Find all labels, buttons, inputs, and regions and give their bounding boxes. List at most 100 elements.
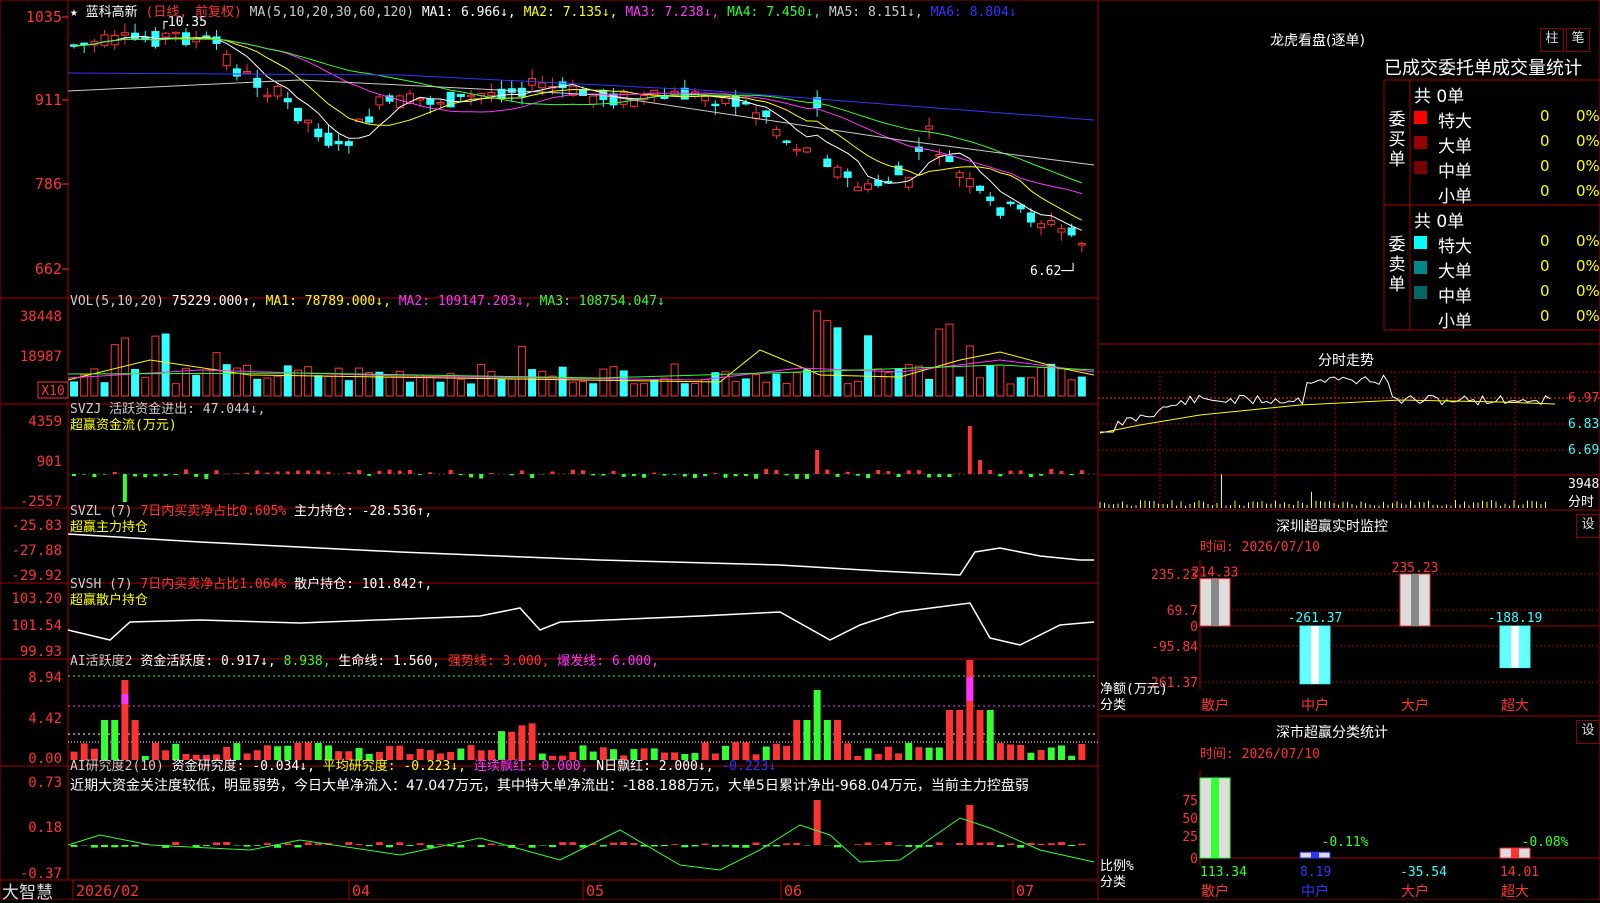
volume-bar [223,365,230,396]
svsh-sub-legend: 超赢散户持仓 [70,589,148,608]
research-bar [966,805,973,845]
volume-bar [814,311,821,396]
activity-bar [1068,756,1075,760]
research-bar [732,845,739,848]
legend-item-1: 资金研究度: -0.034↓, [172,759,323,774]
activity-bar [915,747,922,760]
realtime-monitor-chart: 235.2369.70-95.84-261.37净额(万元)分类214.33散户… [1100,560,1600,714]
ma-line [68,73,1094,120]
svzj-bar [143,474,147,477]
activity-bar [1007,744,1014,760]
ai-research-legend: AI研究度2(10) 资金研究度: -0.034↓, 平均研究度: -0.223… [70,755,776,774]
svzj-bar [662,474,666,476]
realtime-caption: 净额(万元) [1100,682,1168,697]
volume-bar [305,367,312,396]
research-bar [223,842,230,845]
activity-bar [1038,750,1045,760]
volume-bar [182,368,189,396]
svzj-bar [754,474,758,479]
price-axis-label: 1035 [26,8,62,26]
volume-bar [488,372,495,396]
volume-bar [712,373,719,396]
chart-mode[interactable]: (日线, 前复权) [146,5,242,20]
candle [997,208,1004,215]
legend-item-2: 散户持仓: 101.842↑, [294,577,432,592]
research-bar [977,843,984,845]
realtime-axis-label: 0 [1190,620,1198,635]
svzj-bar [622,474,626,477]
research-bar [356,844,363,845]
activity-bar [1058,745,1065,760]
date-axis-label: 04 [352,882,370,900]
candle [783,141,790,143]
svzj-bar [235,473,239,474]
star-icon[interactable]: ★ [70,5,78,20]
svzj-bar [113,472,117,474]
svzj-bar [245,473,249,474]
legend-item-2: MA1: 78789.000↓, [266,294,399,309]
legend-item-4: MA4: 7.450↓, [727,5,829,20]
candle [101,35,108,45]
price-axis-label: 786 [35,175,62,193]
svzj-bar [988,470,992,474]
volume-bar [885,372,892,396]
bar-mode-button[interactable]: 柱 [1540,28,1564,52]
research-bar [987,842,994,845]
candle [539,83,546,88]
tick-mode-button[interactable]: 笔 [1566,28,1590,52]
volume-bar [559,367,566,396]
svzj-bar [836,474,840,477]
category-bar-stripe [1211,778,1219,858]
volume-bar [641,384,648,396]
candle [518,88,525,96]
svzj-bar [652,473,656,474]
research-bar [396,842,403,845]
svzj-bar [693,474,697,478]
legend-item-3: 生命线: 1.560, [338,654,447,669]
legend-item-5: -0.223↓ [721,759,776,774]
svzj-bar [255,470,259,474]
research-bar [905,845,912,847]
vol-axis-label: 18987 [20,349,62,365]
research-bar [254,845,261,846]
realtime-bar-shine [1311,626,1319,684]
realtime-settings-button[interactable]: 设 [1576,514,1600,538]
svsh-axis-label: 103.20 [11,591,62,607]
volume-bar [284,366,291,396]
candle [702,96,709,100]
svzj-bar [968,426,972,474]
intraday-chart: 6.976.836.693948分时 [1098,372,1600,510]
svzj-bar [734,474,738,476]
svzj-bar [724,474,728,478]
research-bar [101,845,108,847]
volume-bar [366,373,373,396]
candle [376,97,383,105]
volume-bar [101,383,108,396]
volume-bar [824,321,831,396]
volume-bar [427,376,434,396]
svzj-bar [398,471,402,474]
svzj-bar [591,474,595,475]
research-bar [529,845,536,848]
intraday-vol-unit: 分时 [1568,495,1594,510]
category-settings-button[interactable]: 设 [1576,720,1600,744]
svzj-bar [601,474,605,476]
research-bar [213,842,220,845]
activity-bar [875,754,882,760]
stock-name[interactable]: 蓝科高新 [86,5,138,20]
color-swatch [1414,261,1427,274]
research-bar [244,845,251,847]
volume-bar [468,384,475,396]
legend-item-2: MA2: 7.135↓, [524,5,626,20]
svzj-bar [683,474,687,477]
svzj-bar [153,474,157,476]
volume-bar [315,376,322,396]
svzj-bar [479,474,483,479]
volume-bar [966,346,973,396]
order-size-label: 特大 [1438,232,1472,257]
svzj-bar [316,471,320,474]
research-bar [305,842,312,845]
volume-bar [539,371,546,396]
ai-research-bars [68,800,1094,870]
research-bar [834,845,841,847]
